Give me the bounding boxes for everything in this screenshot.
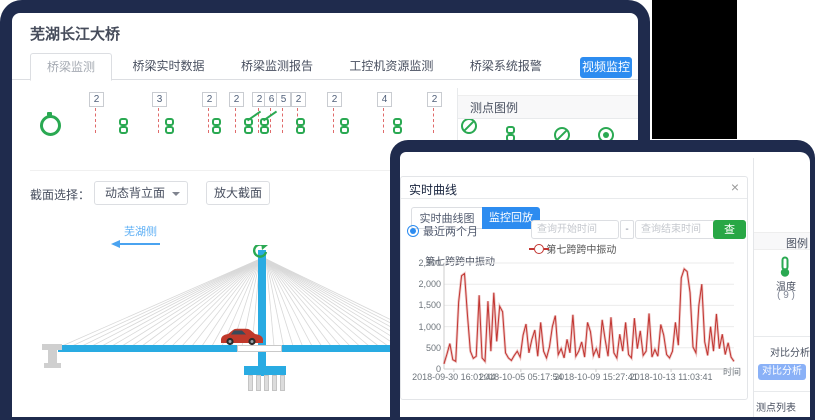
end-time-input[interactable] <box>635 220 723 239</box>
section-select-value: 动态背立面 <box>105 186 165 200</box>
back-legend-header: 图例 <box>754 232 810 250</box>
page-title: 芜湖长江大桥 <box>30 23 120 44</box>
sensor-marker-line <box>433 108 434 133</box>
temperature-count: ( 9 ) <box>762 290 810 301</box>
compare-analysis-button[interactable]: 对比分析 <box>758 364 806 380</box>
start-time-input[interactable] <box>531 220 619 239</box>
sensor-count-badge[interactable]: 2 <box>291 92 306 107</box>
chain-icon[interactable] <box>296 118 305 135</box>
chain-icon[interactable] <box>165 118 174 135</box>
divider <box>754 391 810 392</box>
legend-label: 第七跨跨中振动 <box>546 245 616 256</box>
dialog-title: 实时曲线 <box>409 181 457 198</box>
y-tick-label: 2,000 <box>405 279 441 289</box>
sensor-marker-line <box>333 108 334 133</box>
bridge-side-label: 芜湖侧 <box>124 223 157 239</box>
thermometer-icon <box>778 256 792 278</box>
radio-last-two-months[interactable] <box>407 225 419 237</box>
anemometer-icon[interactable] <box>248 245 270 261</box>
section-select-label: 截面选择： <box>30 183 90 207</box>
bridge-deck-left <box>58 345 237 352</box>
radio-label: 最近两个月 <box>423 223 478 239</box>
sensor-marker-line <box>208 108 209 133</box>
tab-bridge-monitor[interactable]: 桥梁监测 <box>30 53 112 81</box>
sensor-count-badge[interactable]: 2 <box>229 92 244 107</box>
legend-panel-title: 测点图例 <box>458 95 638 119</box>
section-select[interactable]: 动态背立面 <box>94 181 188 205</box>
y-tick-label: 500 <box>405 343 441 353</box>
compare-analysis-label: 对比分析 <box>770 344 810 359</box>
legend-marker-icon <box>534 244 544 254</box>
background-patch <box>652 0 737 139</box>
video-monitor-button[interactable]: 视频监控 <box>580 57 632 78</box>
enlarge-section-button[interactable]: 放大截面 <box>206 181 270 205</box>
stopwatch-icon[interactable] <box>40 115 61 136</box>
close-icon[interactable]: × <box>731 179 739 195</box>
bridge-deck-joint <box>237 345 282 352</box>
chart-plot <box>444 263 736 375</box>
sensor-marker-line <box>235 108 236 133</box>
sensor-count-badge[interactable]: 2 <box>427 92 442 107</box>
chain-icon[interactable] <box>393 118 402 135</box>
chain-icon[interactable] <box>119 118 128 135</box>
chain-icon[interactable] <box>340 118 349 135</box>
tab-realtime-data[interactable]: 桥梁实时数据 <box>116 53 220 79</box>
sensor-count-badge[interactable]: 2 <box>327 92 342 107</box>
divider <box>754 336 810 337</box>
modal-window-content: 图例 温度 ( 9 ) 对比分析 对比分析 测点列表 实时曲线 × 实时曲线图 … <box>400 152 810 417</box>
car <box>218 327 264 346</box>
tab-system-alarm[interactable]: 桥梁系统报警 <box>454 53 558 79</box>
y-tick-label: 1,500 <box>405 300 441 310</box>
query-button[interactable]: 查询 <box>713 220 746 239</box>
sensor-marker-line <box>158 108 159 133</box>
chain-icon[interactable] <box>212 118 221 135</box>
realtime-curve-dialog: 实时曲线 × 实时曲线图 监控回放 最近两个月 - 查询 第七跨跨中振动 第七跨… <box>400 176 748 400</box>
chart-legend[interactable]: 第七跨跨中振动 <box>401 241 749 253</box>
chevron-down-icon <box>172 192 180 200</box>
range-separator: - <box>620 220 634 239</box>
modal-window: 图例 温度 ( 9 ) 对比分析 对比分析 测点列表 实时曲线 × 实时曲线图 … <box>390 140 815 420</box>
tower-pile-cap <box>244 366 286 375</box>
sensor-marker-line <box>95 108 96 133</box>
divider <box>753 158 754 417</box>
sensor-count-badge[interactable]: 3 <box>152 92 167 107</box>
tab-monitor-report[interactable]: 桥梁监测报告 <box>225 53 329 79</box>
sensor-count-badge[interactable]: 5 <box>276 92 291 107</box>
main-tab-bar: 桥梁监测 桥梁实时数据 桥梁监测报告 工控机资源监测 桥梁系统报警 <box>12 53 638 80</box>
sensor-marker-line <box>282 108 283 133</box>
bridge-tower <box>258 250 266 376</box>
sensor-marker-line <box>270 108 271 133</box>
y-tick-label: 1,000 <box>405 322 441 332</box>
sensor-count-badge[interactable]: 4 <box>377 92 392 107</box>
left-pier <box>44 363 61 368</box>
dialog-header: 实时曲线 × <box>401 177 747 199</box>
y-tick-label: 2,500 <box>405 258 441 268</box>
sensor-marker-line <box>383 108 384 133</box>
bridge-cables <box>12 245 455 377</box>
tab-ipc-resource[interactable]: 工控机资源监测 <box>333 53 449 79</box>
point-list-label: 测点列表 <box>756 399 796 414</box>
sensor-count-badge[interactable]: 2 <box>202 92 217 107</box>
sensor-count-badge[interactable]: 2 <box>89 92 104 107</box>
bridge-diagram <box>12 245 455 417</box>
